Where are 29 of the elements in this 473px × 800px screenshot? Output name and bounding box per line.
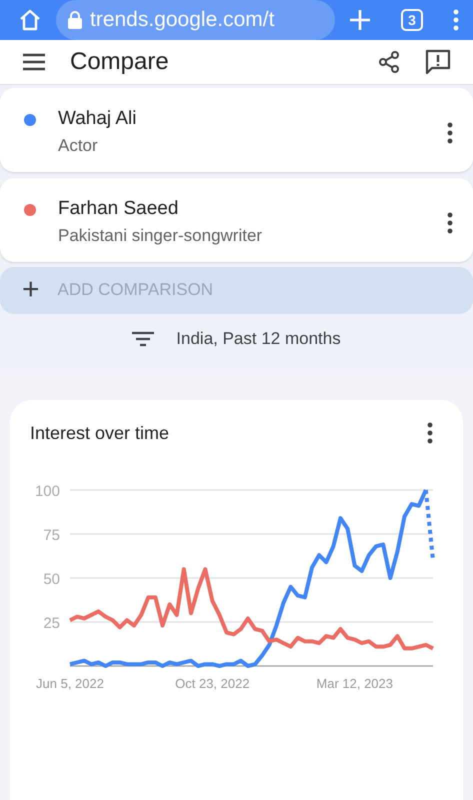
y-tick-label: 50 — [43, 571, 60, 588]
term-description: Pakistani singer-songwriter — [58, 226, 264, 246]
more-icon[interactable] — [447, 122, 453, 144]
url-text: trends.google.com/t — [90, 8, 274, 32]
tab-count[interactable]: 3 — [401, 9, 423, 31]
lock-icon — [68, 11, 82, 29]
more-icon[interactable] — [447, 212, 453, 234]
x-tick-label: Mar 12, 2023 — [316, 676, 393, 691]
term-description: Actor — [58, 136, 99, 156]
filter-button[interactable]: India, Past 12 months — [126, 324, 347, 354]
y-tick-label: 25 — [43, 615, 60, 632]
feedback-icon[interactable] — [425, 48, 451, 75]
new-tab-icon[interactable] — [349, 9, 371, 31]
search-term-card[interactable]: Wahaj Ali Actor — [0, 88, 473, 172]
menu-icon[interactable] — [22, 52, 46, 71]
share-icon[interactable] — [377, 50, 401, 74]
page-title: Compare — [70, 48, 170, 76]
add-comparison-button[interactable]: + ADD COMPARISON — [0, 266, 473, 314]
search-term-card[interactable]: Farhan Saeed Pakistani singer-songwriter — [0, 178, 473, 262]
x-tick-label: Oct 23, 2022 — [175, 676, 250, 691]
filter-icon — [132, 330, 154, 347]
card-title: Interest over time — [30, 422, 170, 444]
y-tick-label: 75 — [43, 527, 60, 544]
term-name: Farhan Saeed — [58, 198, 180, 220]
term-name: Wahaj Ali — [58, 108, 138, 130]
home-icon[interactable] — [18, 8, 42, 32]
y-tick-label: 100 — [34, 483, 60, 500]
x-tick-label: Jun 5, 2022 — [36, 676, 104, 691]
more-icon[interactable] — [427, 422, 433, 444]
